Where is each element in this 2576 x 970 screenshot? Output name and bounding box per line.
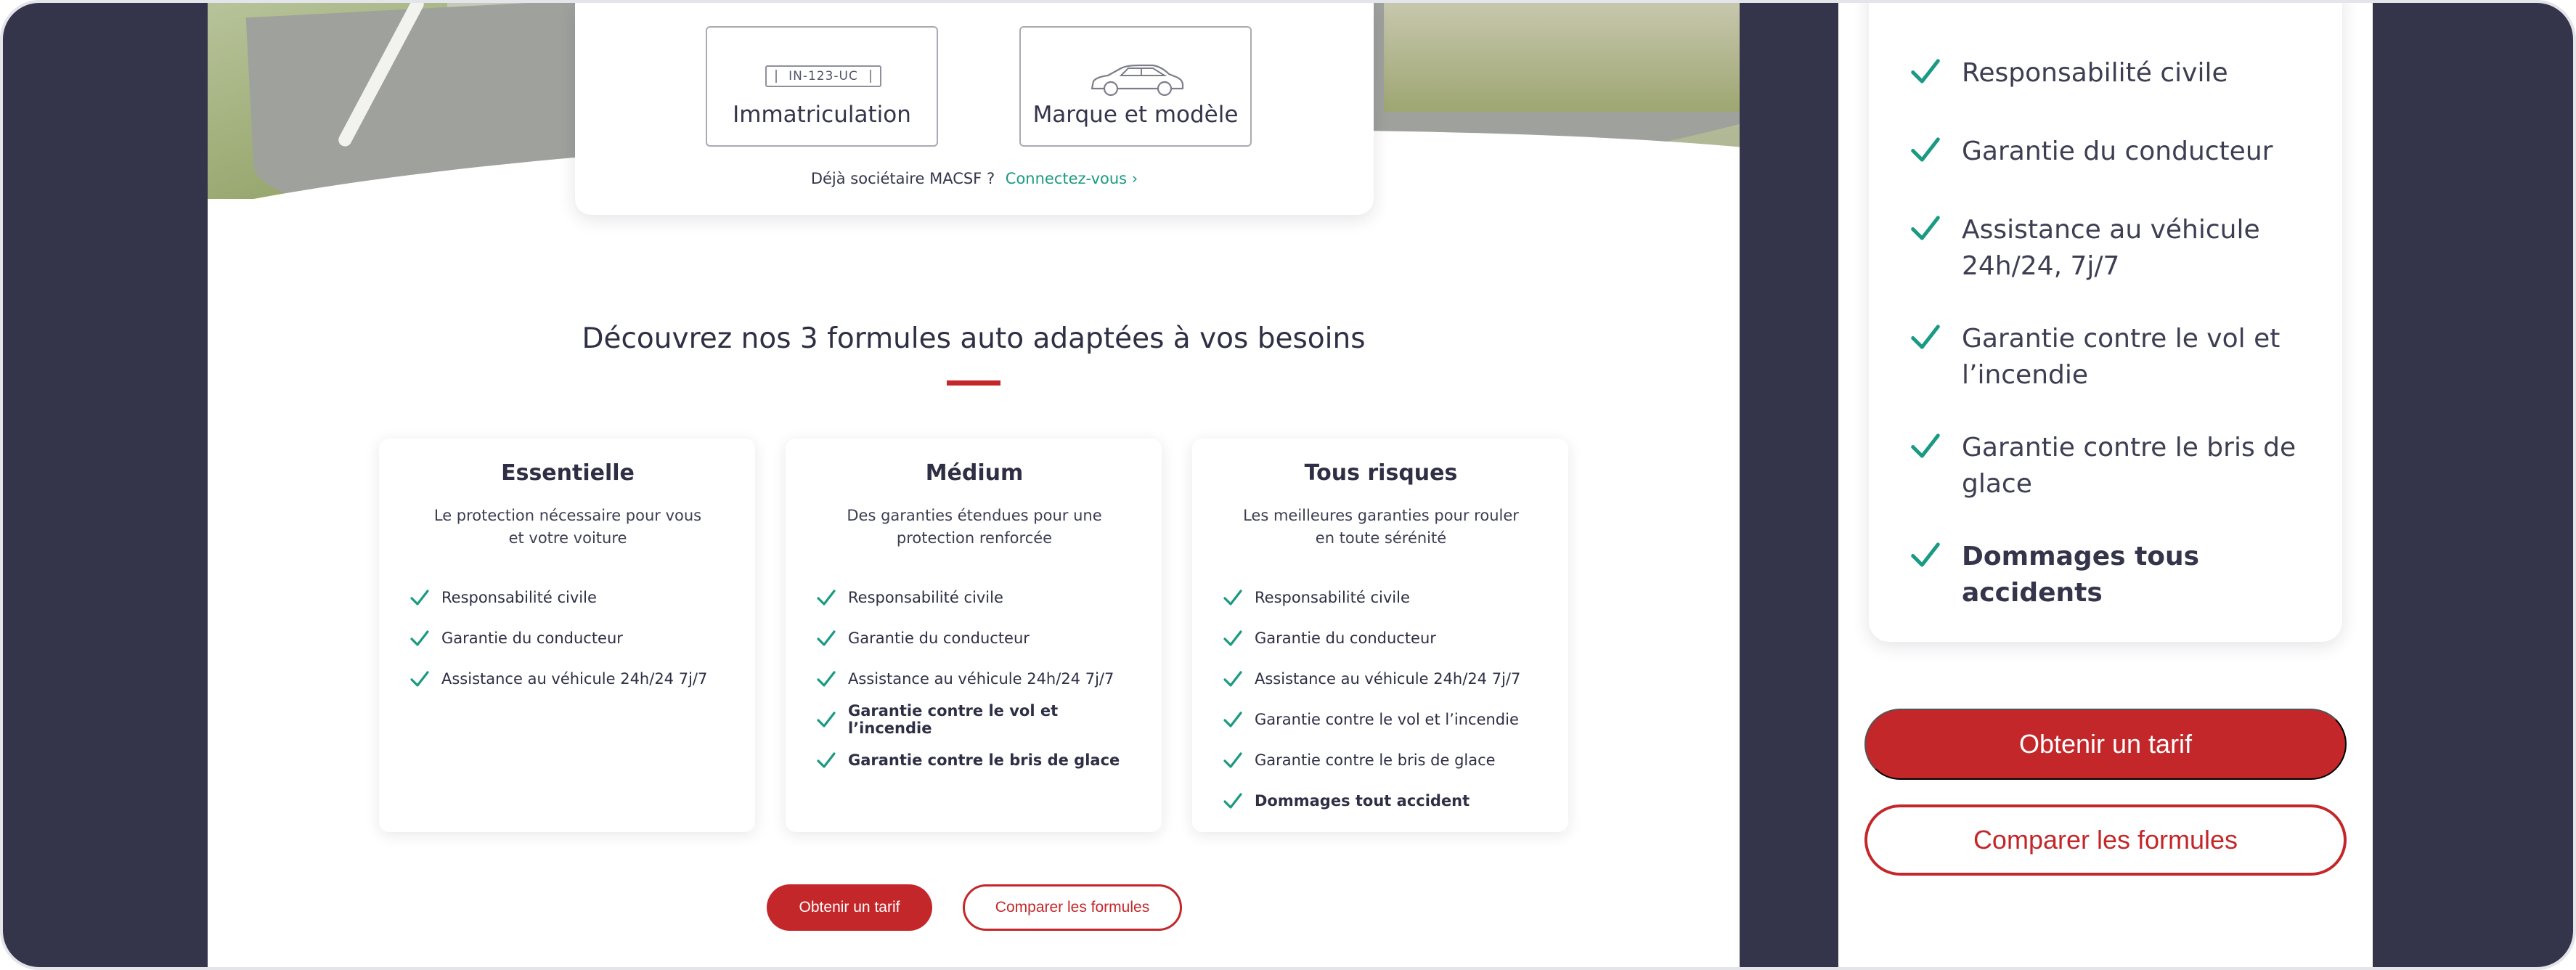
- plan-card: Essentielle Le protection nécessaire pour…: [379, 439, 755, 832]
- compare-plans-button[interactable]: Comparer les formules: [963, 884, 1182, 931]
- plan-feature-label: Garantie du conducteur: [441, 629, 623, 647]
- plan-feature-label: Garantie contre le bris de glace: [1255, 751, 1496, 769]
- section-title: Découvrez nos 3 formules auto adaptées à…: [582, 322, 1366, 355]
- plan-feature-item: Garantie contre le bris de glace: [816, 740, 1133, 781]
- plan-feature-list: Responsabilité civile Garantie du conduct…: [816, 577, 1133, 781]
- plan-feature-label: Assistance au véhicule 24h/24 7j/7: [1255, 670, 1521, 688]
- mobile-feature-list: Responsabilité civile Garantie du conduct…: [1909, 55, 2313, 611]
- plan-feature-label: Garantie contre le bris de glace: [848, 751, 1120, 769]
- plan-feature-item: Assistance au véhicule 24h/24 7j/7: [1223, 659, 1539, 699]
- model-option-label: Marque et modèle: [1032, 102, 1239, 128]
- plan-feature-item: Garantie du conducteur: [1223, 618, 1539, 659]
- plan-feature-list: Responsabilité civile Garantie du conduct…: [409, 577, 726, 699]
- plan-feature-label: Garantie contre le vol et l’incendie: [848, 702, 1059, 737]
- check-icon: [1909, 212, 1941, 244]
- check-icon: [1223, 709, 1243, 730]
- mobile-compare-plans-button[interactable]: Comparer les formules: [1864, 804, 2347, 876]
- check-icon: [409, 587, 430, 608]
- plan-feature-item: Assistance au véhicule 24h/24 7j/7: [409, 659, 726, 699]
- plan-feature-label: Garantie contre le vol et l’incendie: [1255, 711, 1519, 728]
- plan-feature-label: Garantie du conducteur: [1255, 629, 1436, 647]
- plan-feature-label: Responsabilité civile: [1255, 589, 1410, 606]
- check-icon: [1909, 134, 1941, 166]
- check-icon: [1223, 628, 1243, 648]
- mobile-feature-item: Assistance au véhicule 24h/24, 7j/7: [1909, 212, 2313, 285]
- presentation-frame: IN-123-UC Immatriculation Marque et modè…: [0, 0, 2576, 970]
- check-icon: [409, 669, 430, 689]
- model-option-button[interactable]: Marque et modèle: [1019, 26, 1252, 147]
- mobile-feature-item: Garantie contre le bris de glace: [1909, 430, 2313, 502]
- check-icon: [1909, 321, 1941, 353]
- check-icon: [816, 587, 836, 608]
- check-icon: [816, 750, 836, 770]
- plan-feature-item: Assistance au véhicule 24h/24 7j/7: [816, 659, 1133, 699]
- plan-name: Tous risques: [1304, 460, 1458, 486]
- hero-grass-right: [1384, 3, 1740, 112]
- mobile-plan-card: Responsabilité civile Garantie du conduct…: [1869, 3, 2342, 642]
- desktop-view: IN-123-UC Immatriculation Marque et modè…: [208, 3, 1740, 967]
- plan-name: Essentielle: [501, 460, 635, 486]
- plan-feature-item: Responsabilité civile: [409, 577, 726, 618]
- member-login-link[interactable]: Connectez-vous ›: [1006, 170, 1138, 187]
- plan-feature-item: Garantie contre le bris de glace: [1223, 740, 1539, 781]
- check-icon: [409, 628, 430, 648]
- check-icon: [1223, 750, 1243, 770]
- plan-feature-label: Responsabilité civile: [848, 589, 1003, 606]
- check-icon: [1909, 539, 1941, 571]
- plan-card: Tous risques Les meilleures garanties pou…: [1192, 439, 1568, 832]
- plan-feature-item: Garantie contre le vol et l’incendie: [816, 699, 1133, 740]
- plan-feature-item: Responsabilité civile: [816, 577, 1133, 618]
- check-icon: [1909, 430, 1941, 462]
- plan-feature-item: Dommages tout accident: [1223, 781, 1539, 821]
- plan-feature-item: Responsabilité civile: [1223, 577, 1539, 618]
- member-login-line: Déjà sociétaire MACSF ? Connectez-vous ›: [575, 170, 1374, 187]
- get-quote-button[interactable]: Obtenir un tarif: [767, 884, 932, 931]
- plan-feature-label: Assistance au véhicule 24h/24 7j/7: [848, 670, 1114, 688]
- check-icon: [816, 669, 836, 689]
- check-icon: [1223, 669, 1243, 689]
- plan-feature-label: Responsabilité civile: [441, 589, 597, 606]
- mobile-feature-label: Garantie du conducteur: [1962, 136, 2273, 166]
- title-underline: [947, 380, 1000, 386]
- license-plate-icon: IN-123-UC: [765, 65, 881, 87]
- mobile-feature-item: Responsabilité civile: [1909, 55, 2313, 91]
- mobile-feature-item: Garantie contre le vol et l’incendie: [1909, 321, 2313, 394]
- mobile-feature-label: Garantie contre le vol et l’incendie: [1962, 324, 2281, 390]
- plan-card: Médium Des garanties étendues pour une pr…: [786, 439, 1162, 832]
- plan-feature-item: Garantie du conducteur: [409, 618, 726, 659]
- plan-feature-item: Garantie du conducteur: [816, 618, 1133, 659]
- plan-feature-item: Garantie contre le vol et l’incendie: [1223, 699, 1539, 740]
- plan-feature-label: Dommages tout accident: [1255, 792, 1470, 810]
- car-icon: [1091, 64, 1184, 97]
- mobile-feature-label: Dommages tous accidents: [1962, 542, 2200, 608]
- plan-feature-list: Responsabilité civile Garantie du conduct…: [1223, 577, 1539, 821]
- mobile-feature-item: Garantie du conducteur: [1909, 134, 2313, 170]
- mobile-get-quote-button[interactable]: Obtenir un tarif: [1864, 709, 2347, 780]
- mobile-view: Responsabilité civile Garantie du conduct…: [1838, 3, 2373, 967]
- check-icon: [816, 628, 836, 648]
- mobile-feature-label: Responsabilité civile: [1962, 58, 2228, 88]
- plate-option-button[interactable]: IN-123-UC Immatriculation: [706, 26, 938, 147]
- plan-description: Des garanties étendues pour une protecti…: [847, 507, 1102, 547]
- mobile-feature-label: Garantie contre le bris de glace: [1962, 433, 2296, 499]
- check-icon: [1223, 587, 1243, 608]
- check-icon: [1909, 55, 1941, 87]
- mobile-feature-item: Dommages tous accidents: [1909, 539, 2313, 611]
- member-prompt: Déjà sociétaire MACSF ?: [810, 170, 995, 187]
- vehicle-search-card: IN-123-UC Immatriculation Marque et modè…: [575, 3, 1374, 215]
- check-icon: [1223, 791, 1243, 811]
- plan-feature-label: Garantie du conducteur: [848, 629, 1030, 647]
- plan-name: Médium: [925, 460, 1024, 486]
- plan-description: Les meilleures garanties pour rouler en …: [1243, 507, 1519, 547]
- plate-option-label: Immatriculation: [733, 102, 911, 128]
- plan-description: Le protection nécessaire pour vous et vo…: [433, 507, 702, 547]
- mobile-feature-label: Assistance au véhicule 24h/24, 7j/7: [1962, 215, 2260, 281]
- plan-feature-label: Assistance au véhicule 24h/24 7j/7: [441, 670, 708, 688]
- check-icon: [816, 709, 836, 730]
